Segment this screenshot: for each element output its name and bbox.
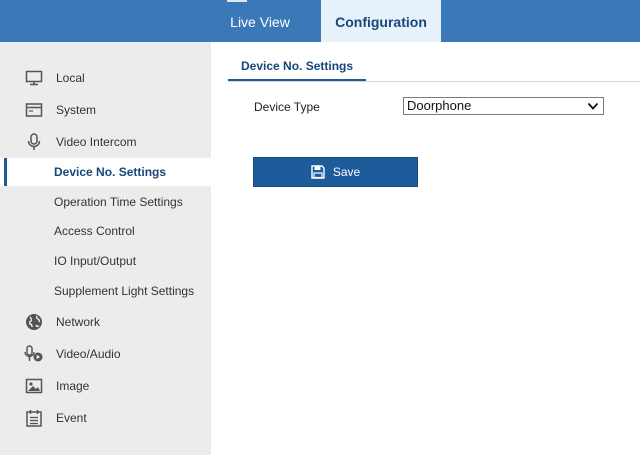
sidebar-item-system[interactable]: System — [0, 96, 211, 124]
system-window-icon — [24, 101, 44, 119]
image-icon — [24, 377, 44, 395]
sidebar-item-access-control[interactable]: Access Control — [0, 217, 211, 245]
sidebar-item-video-audio[interactable]: Video/Audio — [0, 340, 211, 368]
sidebar-item-label: Image — [56, 379, 90, 393]
device-type-value: Doorphone — [407, 98, 472, 113]
sidebar-item-label: Device No. Settings — [54, 165, 167, 179]
save-button[interactable]: Save — [253, 157, 418, 187]
sidebar-item-label: System — [56, 103, 97, 117]
sidebar-item-label: Network — [56, 315, 101, 329]
subtab-divider — [228, 81, 640, 82]
floppy-disk-icon — [311, 165, 325, 179]
sidebar-item-label: Event — [56, 411, 87, 425]
subtab-device-no-settings[interactable]: Device No. Settings — [228, 51, 367, 81]
sidebar-item-label: Supplement Light Settings — [54, 284, 195, 298]
sidebar-item-label: Video Intercom — [56, 135, 137, 149]
sidebar-item-device-no-settings[interactable]: Device No. Settings — [0, 158, 211, 186]
sidebar-item-label: Access Control — [54, 224, 135, 238]
sidebar-item-label: IO Input/Output — [54, 254, 137, 268]
device-type-label: Device Type — [254, 100, 320, 114]
main-content: Device No. Settings Device Type Doorphon… — [211, 42, 640, 455]
tab-configuration[interactable]: Configuration — [321, 0, 441, 42]
sidebar-item-local[interactable]: Local — [0, 64, 211, 92]
sidebar-item-network[interactable]: Network — [0, 308, 211, 336]
sidebar-item-io-input-output[interactable]: IO Input/Output — [0, 247, 211, 275]
sidebar: Local System Video Intercom Device No. S… — [0, 42, 211, 455]
save-button-label: Save — [332, 165, 361, 179]
sidebar-item-label: Local — [56, 71, 85, 85]
sidebar-item-operation-time-settings[interactable]: Operation Time Settings — [0, 188, 211, 216]
chevron-down-icon — [587, 100, 599, 112]
device-type-select[interactable]: Doorphone — [403, 97, 604, 115]
top-navigation-bar: Live View Configuration — [0, 0, 640, 42]
microphone-icon — [24, 133, 44, 151]
sidebar-item-supplement-light-settings[interactable]: Supplement Light Settings — [0, 277, 211, 305]
mic-video-icon — [24, 345, 44, 363]
sidebar-item-label: Video/Audio — [56, 347, 121, 361]
calendar-list-icon — [24, 409, 44, 427]
tab-live-view[interactable]: Live View — [212, 0, 308, 42]
globe-icon — [24, 313, 44, 331]
sidebar-item-image[interactable]: Image — [0, 372, 211, 400]
active-indicator — [4, 158, 7, 186]
sidebar-item-label: Operation Time Settings — [54, 195, 183, 209]
sidebar-item-event[interactable]: Event — [0, 404, 211, 432]
monitor-icon — [24, 69, 44, 87]
sidebar-item-video-intercom[interactable]: Video Intercom — [0, 128, 211, 156]
